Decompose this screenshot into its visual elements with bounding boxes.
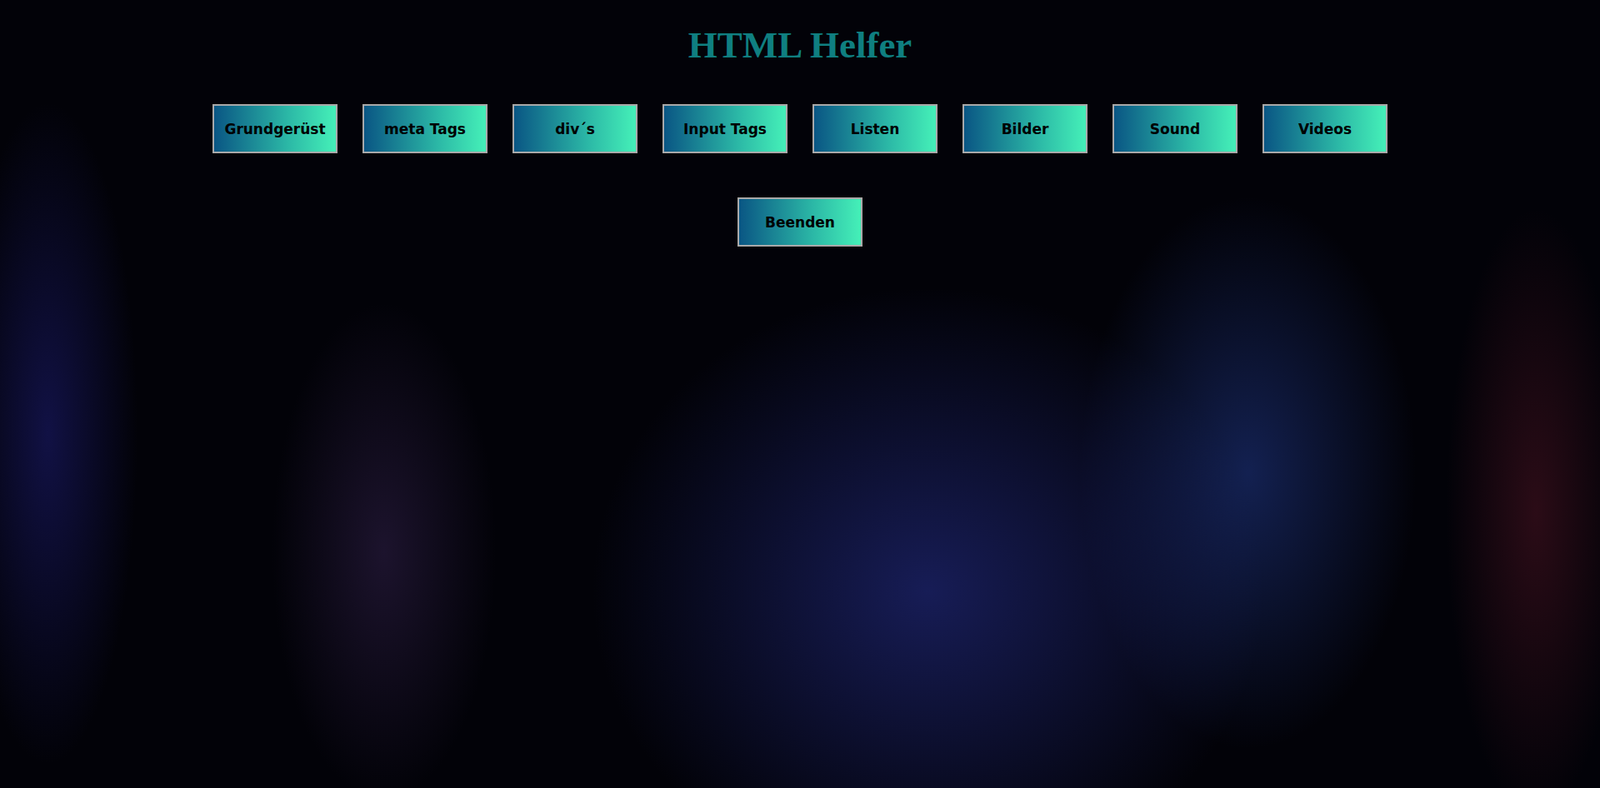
menu-button[interactable]: meta Tags — [362, 104, 488, 154]
menu-button[interactable]: Grundgerüst — [212, 104, 338, 154]
content: HTML Helfer Grundgerüst meta Tags div´s Inpu… — [0, 0, 1600, 247]
menu-button[interactable]: Input Tags — [662, 104, 788, 154]
page: HTML Helfer Grundgerüst meta Tags div´s Inpu… — [0, 0, 1600, 788]
menu-button[interactable]: Listen — [812, 104, 938, 154]
menu: Grundgerüst meta Tags div´s Input Tags Liste… — [208, 104, 1392, 247]
menu-button[interactable]: div´s — [512, 104, 638, 154]
menu-button[interactable]: Beenden — [737, 197, 863, 247]
menu-button[interactable]: Sound — [1112, 104, 1238, 154]
page-title: HTML Helfer — [688, 23, 913, 67]
menu-button[interactable]: Videos — [1262, 104, 1388, 154]
menu-button[interactable]: Bilder — [962, 104, 1088, 154]
